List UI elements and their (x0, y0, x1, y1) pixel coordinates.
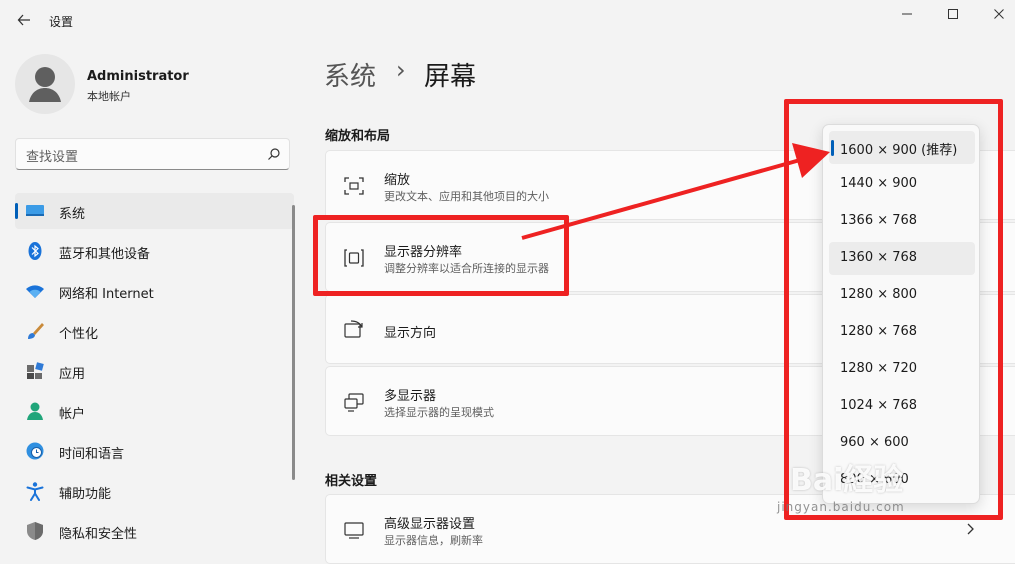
watermark-url: jingyan.baidu.com (777, 500, 905, 514)
watermark-logo: Bai経验 (790, 463, 904, 498)
